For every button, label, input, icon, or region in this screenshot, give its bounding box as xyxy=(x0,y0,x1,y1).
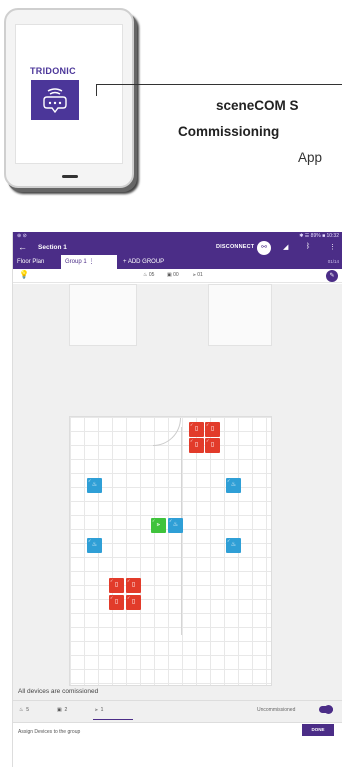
more-menu-icon[interactable]: ⋮ xyxy=(329,243,336,251)
callout-tick xyxy=(96,84,97,96)
device-screen: ⊕ ⊘ ✱ ☰ 89% ■ 10:32 ← Section 1 DISCONNE… xyxy=(12,232,342,767)
uncommissioned-toggle[interactable] xyxy=(319,705,333,714)
driver-device[interactable]: ✓ ▯ xyxy=(205,422,220,437)
scenecom-logo xyxy=(31,80,79,120)
switch-icon: ▣ xyxy=(57,707,65,713)
driver-device[interactable]: ✓ ▯ xyxy=(189,438,204,453)
driver-device[interactable]: ✓ ▯ xyxy=(205,438,220,453)
uncommissioned-label: Uncommissioned xyxy=(257,707,296,713)
tab-group-1[interactable]: Group 1 ⋮ xyxy=(61,255,117,269)
driver-device[interactable]: ✓ ▯ xyxy=(109,578,124,593)
page-counter: 01/14 xyxy=(327,259,339,264)
tab-bar: Floor Plan Group 1 ⋮ + ADD GROUP 01/14 xyxy=(13,255,342,269)
active-stat-underline xyxy=(93,719,133,720)
sensor-count-value: 05 xyxy=(148,272,155,278)
status-right-info: ✱ ☰ 89% ■ 10:32 xyxy=(299,233,339,239)
room-top-right xyxy=(208,284,272,346)
callout-line xyxy=(96,84,342,85)
page: TRIDONIC sceneCOM S Commissioning App ⊕ … xyxy=(0,0,342,767)
signal-icon: ◢ xyxy=(283,244,289,251)
sensor-device[interactable]: ✓ ♨ xyxy=(226,538,241,553)
selected-device[interactable]: ✓ ⫸ xyxy=(151,518,166,533)
status-bar: ⊕ ⊘ ✱ ☰ 89% ■ 10:32 xyxy=(13,232,342,241)
link-icon[interactable]: ⚯ xyxy=(257,241,271,255)
commission-status-message: All devices are comissioned xyxy=(18,688,99,695)
done-button[interactable]: DONE xyxy=(302,724,334,736)
sensor-device[interactable]: ✓ ♨ xyxy=(168,518,183,533)
assign-devices-label: Assign Devices to the group xyxy=(18,729,81,735)
section-title: Section 1 xyxy=(38,244,67,251)
switch-count[interactable]: ▣ 00 xyxy=(167,272,179,278)
status-left-icons: ⊕ ⊘ xyxy=(17,233,27,239)
sensor-device[interactable]: ✓ ♨ xyxy=(226,478,241,493)
add-group-button[interactable]: + ADD GROUP xyxy=(119,255,168,269)
stat-switches[interactable]: ▣ 2 xyxy=(57,707,67,713)
driver-count[interactable]: ⫸ 01 xyxy=(193,272,203,278)
bluetooth-icon[interactable]: ᛒ xyxy=(306,243,310,250)
stat-switches-value: 2 xyxy=(64,707,68,713)
divider xyxy=(13,722,342,723)
filter-toolbar: 💡 ♨ 05 ▣ 00 ⫸ 01 ✎ xyxy=(13,269,342,283)
stat-drivers-value: 1 xyxy=(100,707,104,713)
sensor-device[interactable]: ✓ ♨ xyxy=(87,538,102,553)
promo-title: sceneCOM S xyxy=(216,98,299,113)
promo-subtitle: Commissioning xyxy=(178,124,280,139)
tab-menu-icon[interactable]: ⋮ xyxy=(88,259,94,265)
stat-drivers[interactable]: ⫸ 1 xyxy=(95,707,103,713)
floor-plan-canvas[interactable] xyxy=(13,284,342,722)
driver-count-value: 01 xyxy=(197,272,203,278)
switch-count-value: 00 xyxy=(173,272,179,278)
driver-device[interactable]: ✓ ▯ xyxy=(109,595,124,610)
driver-device[interactable]: ✓ ▯ xyxy=(189,422,204,437)
bulb-icon[interactable]: 💡 xyxy=(19,270,29,279)
disconnect-button[interactable]: DISCONNECT xyxy=(216,244,254,250)
promo-app-label: App xyxy=(298,150,323,165)
app-bar: ← Section 1 DISCONNECT ⚯ ◢ ᛒ ⋮ xyxy=(13,241,342,255)
scenecom-logo-icon xyxy=(43,88,67,114)
driver-device[interactable]: ✓ ▯ xyxy=(126,595,141,610)
divider xyxy=(13,700,342,701)
stat-sensors[interactable]: ♨ 5 xyxy=(19,707,29,713)
sensor-count[interactable]: ♨ 05 xyxy=(143,272,154,278)
tablet-home-button xyxy=(62,175,78,178)
driver-device[interactable]: ✓ ▯ xyxy=(126,578,141,593)
tab-floor-plan[interactable]: Floor Plan xyxy=(13,255,48,269)
stat-sensors-value: 5 xyxy=(26,707,30,713)
sensor-device[interactable]: ✓ ♨ xyxy=(87,478,102,493)
tab-group-1-label: Group 1 xyxy=(65,259,87,265)
brand-name: TRIDONIC xyxy=(30,66,76,76)
edit-fab-icon[interactable]: ✎ xyxy=(326,270,338,282)
room-top-left xyxy=(69,284,137,346)
back-arrow-icon[interactable]: ← xyxy=(18,242,27,252)
